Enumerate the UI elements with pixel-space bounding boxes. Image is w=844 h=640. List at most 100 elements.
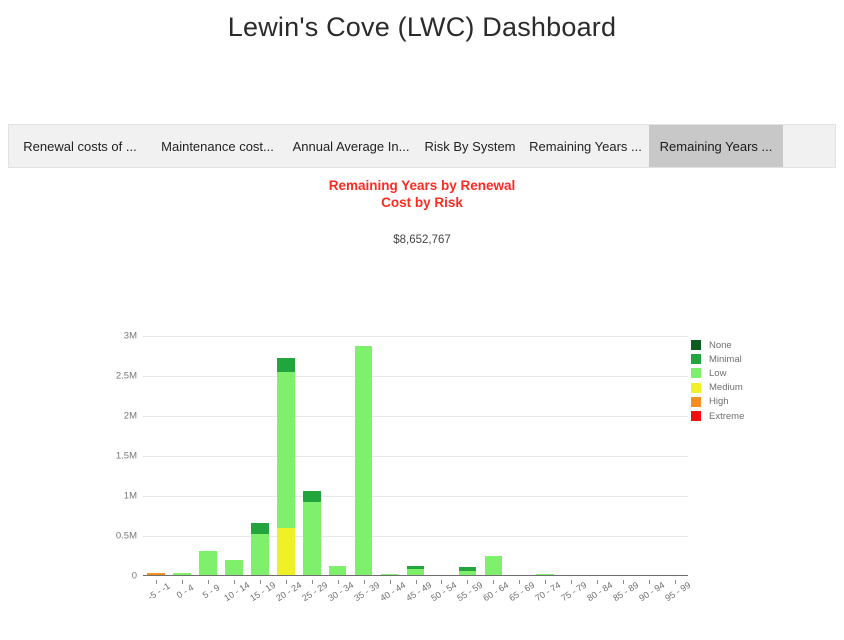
bar-segment[interactable]: [302, 491, 321, 502]
bar-segment[interactable]: [250, 523, 269, 535]
tab-bar-spacer: [783, 125, 835, 167]
x-axis-tick: [597, 580, 599, 584]
x-label-slot: 90 - 94: [636, 580, 666, 640]
x-label-slot: 40 - 44: [377, 580, 407, 640]
bar-segment[interactable]: [276, 357, 295, 372]
bar-slot[interactable]: [558, 336, 584, 576]
tab-1[interactable]: Maintenance cost...: [151, 125, 284, 167]
bar-slot[interactable]: [636, 336, 662, 576]
bar-slot[interactable]: [195, 336, 221, 576]
bar-segment[interactable]: [302, 501, 321, 576]
legend-item[interactable]: High: [691, 395, 811, 409]
x-axis-tick: [623, 580, 625, 584]
bar-slot[interactable]: [662, 336, 688, 576]
legend-item[interactable]: Medium: [691, 381, 811, 395]
x-label-slot: 95 - 99: [662, 580, 692, 640]
bar-stack[interactable]: [354, 345, 373, 576]
chart-panel: Remaining Years by Renewal Cost by Risk …: [0, 168, 844, 613]
bar-stack[interactable]: [199, 551, 217, 576]
x-axis-tick: [311, 580, 313, 584]
x-axis-tick: [233, 580, 235, 584]
plot-area: 0 0.5M 1M 1.5M 2M 2.5M 3M: [116, 331, 688, 582]
legend-item[interactable]: Low: [691, 366, 811, 380]
x-axis-labels: -5 - -1 0 - 45 - 9 10 - 14 15 - 19 20 - 24 25…: [143, 580, 692, 640]
bar-stack[interactable]: [484, 556, 503, 576]
x-axis-tick: [571, 580, 573, 584]
bar-segment[interactable]: [276, 372, 295, 528]
x-label-slot: 80 - 84: [584, 580, 614, 640]
bar-slot[interactable]: [169, 336, 195, 576]
y-axis-tick-label: 1.5M: [115, 450, 137, 462]
gridline: [143, 576, 688, 577]
bar-slot[interactable]: [325, 336, 351, 576]
bar-slot[interactable]: [506, 336, 532, 576]
bar-stack[interactable]: [276, 357, 295, 576]
x-label-slot: 65 - 69: [506, 580, 537, 640]
bar-slot[interactable]: [377, 336, 403, 576]
x-axis-tick: [441, 580, 443, 584]
legend-swatch-icon: [691, 354, 701, 365]
x-label-slot: 25 - 29: [299, 580, 329, 640]
legend-label: Minimal: [709, 353, 742, 365]
bar-segment[interactable]: [250, 534, 269, 576]
tab-label: Renewal costs of ...: [23, 138, 137, 154]
tab-0[interactable]: Renewal costs of ...: [9, 125, 151, 167]
legend-item[interactable]: None: [691, 338, 811, 352]
y-axis-tick-label: 3M: [123, 330, 137, 342]
chart-title-line-1: Remaining Years by Renewal: [328, 178, 516, 193]
bar-slot[interactable]: [351, 336, 377, 576]
bar-segment[interactable]: [276, 528, 295, 576]
legend-item[interactable]: Extreme: [691, 409, 811, 423]
legend-label: Extreme: [709, 410, 745, 422]
x-label-slot: 85 - 89: [610, 580, 640, 640]
x-axis-tick-label: 0 - 4: [174, 582, 196, 601]
legend-swatch-icon: [691, 368, 701, 379]
x-label-slot: 35 - 39: [351, 580, 381, 640]
x-label-slot: 20 - 24: [273, 580, 303, 640]
chart-legend: None Minimal Low Medium High Extreme: [691, 338, 811, 423]
x-label-slot: -5 - -1: [143, 580, 172, 640]
bar-stack[interactable]: [302, 491, 321, 576]
x-label-slot: 55 - 59: [454, 580, 485, 640]
bar-slot[interactable]: [610, 336, 636, 576]
x-axis-tick: [155, 580, 157, 584]
bar-slot[interactable]: [428, 336, 454, 576]
page-title: Lewin's Cove (LWC) Dashboard: [227, 12, 617, 42]
bar-slot[interactable]: [584, 336, 610, 576]
x-axis-tick: [337, 580, 339, 584]
x-axis-tick: [519, 580, 521, 584]
bar-slot[interactable]: [454, 336, 480, 576]
x-axis-tick: [207, 580, 209, 584]
bar-slot[interactable]: [143, 336, 169, 576]
x-axis-tick: [493, 580, 495, 584]
x-label-slot: 50 - 54: [428, 580, 459, 640]
tab-3[interactable]: Risk By System: [418, 125, 522, 167]
tab-bar: Renewal costs of ... Maintenance cost... A…: [8, 124, 836, 168]
x-axis-tick: [181, 580, 183, 584]
tab-2[interactable]: Annual Average In...: [284, 125, 418, 167]
legend-item[interactable]: Minimal: [691, 352, 811, 366]
bar-slot[interactable]: [299, 336, 325, 576]
x-axis-tick: [389, 580, 391, 584]
x-label-slot: 70 - 74: [532, 580, 562, 640]
bar-slot[interactable]: [403, 336, 429, 576]
bar-slot[interactable]: [480, 336, 506, 576]
bar-slot[interactable]: [273, 336, 299, 576]
legend-swatch-icon: [691, 411, 701, 422]
bar-slot[interactable]: [247, 336, 273, 576]
tab-4[interactable]: Remaining Years ...: [522, 125, 649, 167]
x-axis-tick: [259, 580, 261, 584]
y-axis-tick-label: 2M: [123, 410, 137, 422]
chart-title-line-2: Cost by Risk: [381, 195, 463, 210]
bar-segment[interactable]: [484, 556, 503, 576]
bar-segment[interactable]: [354, 345, 373, 576]
x-label-slot: 15 - 19: [247, 580, 277, 640]
legend-label: None: [709, 339, 732, 351]
bar-slot[interactable]: [221, 336, 247, 576]
tab-label: Annual Average In...: [292, 138, 410, 154]
tab-5-active[interactable]: Remaining Years ...: [649, 125, 783, 167]
bar-segment[interactable]: [199, 551, 217, 576]
bar-stack[interactable]: [250, 523, 269, 576]
bar-slot[interactable]: [532, 336, 558, 576]
legend-swatch-icon: [691, 382, 701, 393]
